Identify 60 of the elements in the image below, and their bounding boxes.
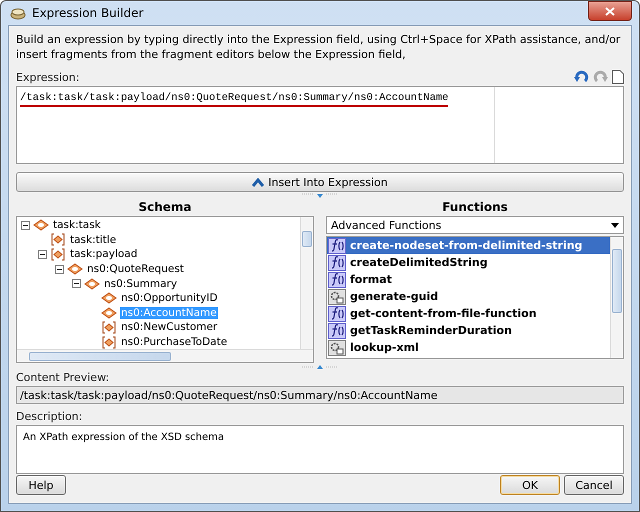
element-icon <box>33 219 49 232</box>
instructions-text: Build an expression by typing directly into the Expression field, using Ctrl+Space for XPath assistance, and/or insert fragments from the fragment editors below the Expression field, <box>16 32 622 62</box>
collapse-icon[interactable] <box>72 279 81 288</box>
splitter-handle-icon[interactable] <box>300 363 340 370</box>
element-icon <box>101 306 117 319</box>
content-preview-field: /task:task/task:payload/ns0:QuoteRequest/ns0:Summary/ns0:AccountName <box>16 386 624 404</box>
tree-item[interactable]: ns0:Summary <box>103 278 178 290</box>
function-item[interactable]: lookup-xml <box>327 339 610 356</box>
function-icon <box>328 272 346 288</box>
function-item[interactable]: generate-guid <box>327 288 610 305</box>
function-item[interactable]: format <box>327 271 610 288</box>
insert-into-expression-button[interactable]: Insert Into Expression <box>16 172 624 192</box>
description-label: Description: <box>16 410 84 423</box>
functions-heading: Functions <box>441 200 509 214</box>
bracketed-element-icon <box>50 233 66 246</box>
cancel-button[interactable]: Cancel <box>564 475 624 495</box>
help-button[interactable]: Help <box>16 475 66 495</box>
tree-item[interactable]: ns0:QuoteRequest <box>86 263 185 276</box>
bracketed-element-icon <box>101 320 117 334</box>
tree-item[interactable]: task:payload <box>69 248 138 260</box>
schema-heading: Schema <box>137 200 193 214</box>
chevron-up-icon <box>252 178 264 186</box>
tree-item[interactable]: task:title <box>69 234 118 246</box>
function-item[interactable]: createDelimitedString <box>327 254 610 271</box>
function-category-dropdown[interactable]: Advanced Functions <box>326 216 624 234</box>
content-preview-label: Content Preview: <box>16 371 110 384</box>
ok-button[interactable]: OK <box>500 475 560 495</box>
close-icon <box>605 6 615 16</box>
function-item[interactable]: create-nodeset-from-delimited-string <box>327 237 610 254</box>
horizontal-scrollbar[interactable] <box>17 349 313 362</box>
function-item[interactable]: getTaskReminderDuration <box>327 322 610 339</box>
element-icon <box>101 292 117 304</box>
bracketed-element-icon <box>50 248 66 261</box>
tree-item[interactable]: task:task <box>52 219 102 232</box>
tree-item[interactable]: ns0:PurchaseToDate <box>120 336 228 348</box>
tree-item[interactable]: ns0:NewCustomer <box>120 321 218 334</box>
tree-item[interactable]: ns0:OpportunityID <box>120 292 219 304</box>
element-icon <box>67 263 83 276</box>
expression-label: Expression: <box>16 71 80 84</box>
function-item[interactable]: get-content-from-file-function <box>327 305 610 322</box>
window-title: Expression Builder <box>32 6 144 20</box>
vertical-scrollbar[interactable] <box>610 237 623 358</box>
expression-field[interactable]: /task:task/task:payload/ns0:QuoteRequest/ns0:Summary/ns0:AccountName <box>16 86 624 164</box>
collapse-icon[interactable] <box>55 264 64 274</box>
app-icon <box>10 6 26 20</box>
function-icon <box>328 238 346 254</box>
close-button[interactable] <box>588 1 632 21</box>
bracketed-element-icon <box>101 336 117 349</box>
description-field: An XPath expression of the XSD schema <box>16 425 624 474</box>
splitter-handle-icon[interactable] <box>300 192 340 199</box>
undo-icon[interactable] <box>574 70 589 84</box>
function-icon <box>328 322 346 338</box>
function-icon <box>328 306 346 322</box>
function-icon <box>328 254 346 270</box>
dropdown-arrow-icon <box>611 222 619 228</box>
collapse-icon[interactable] <box>38 250 47 259</box>
vertical-scrollbar[interactable] <box>300 217 313 349</box>
collapse-icon[interactable] <box>21 220 30 230</box>
document-icon[interactable] <box>612 70 624 84</box>
element-icon <box>84 278 100 290</box>
